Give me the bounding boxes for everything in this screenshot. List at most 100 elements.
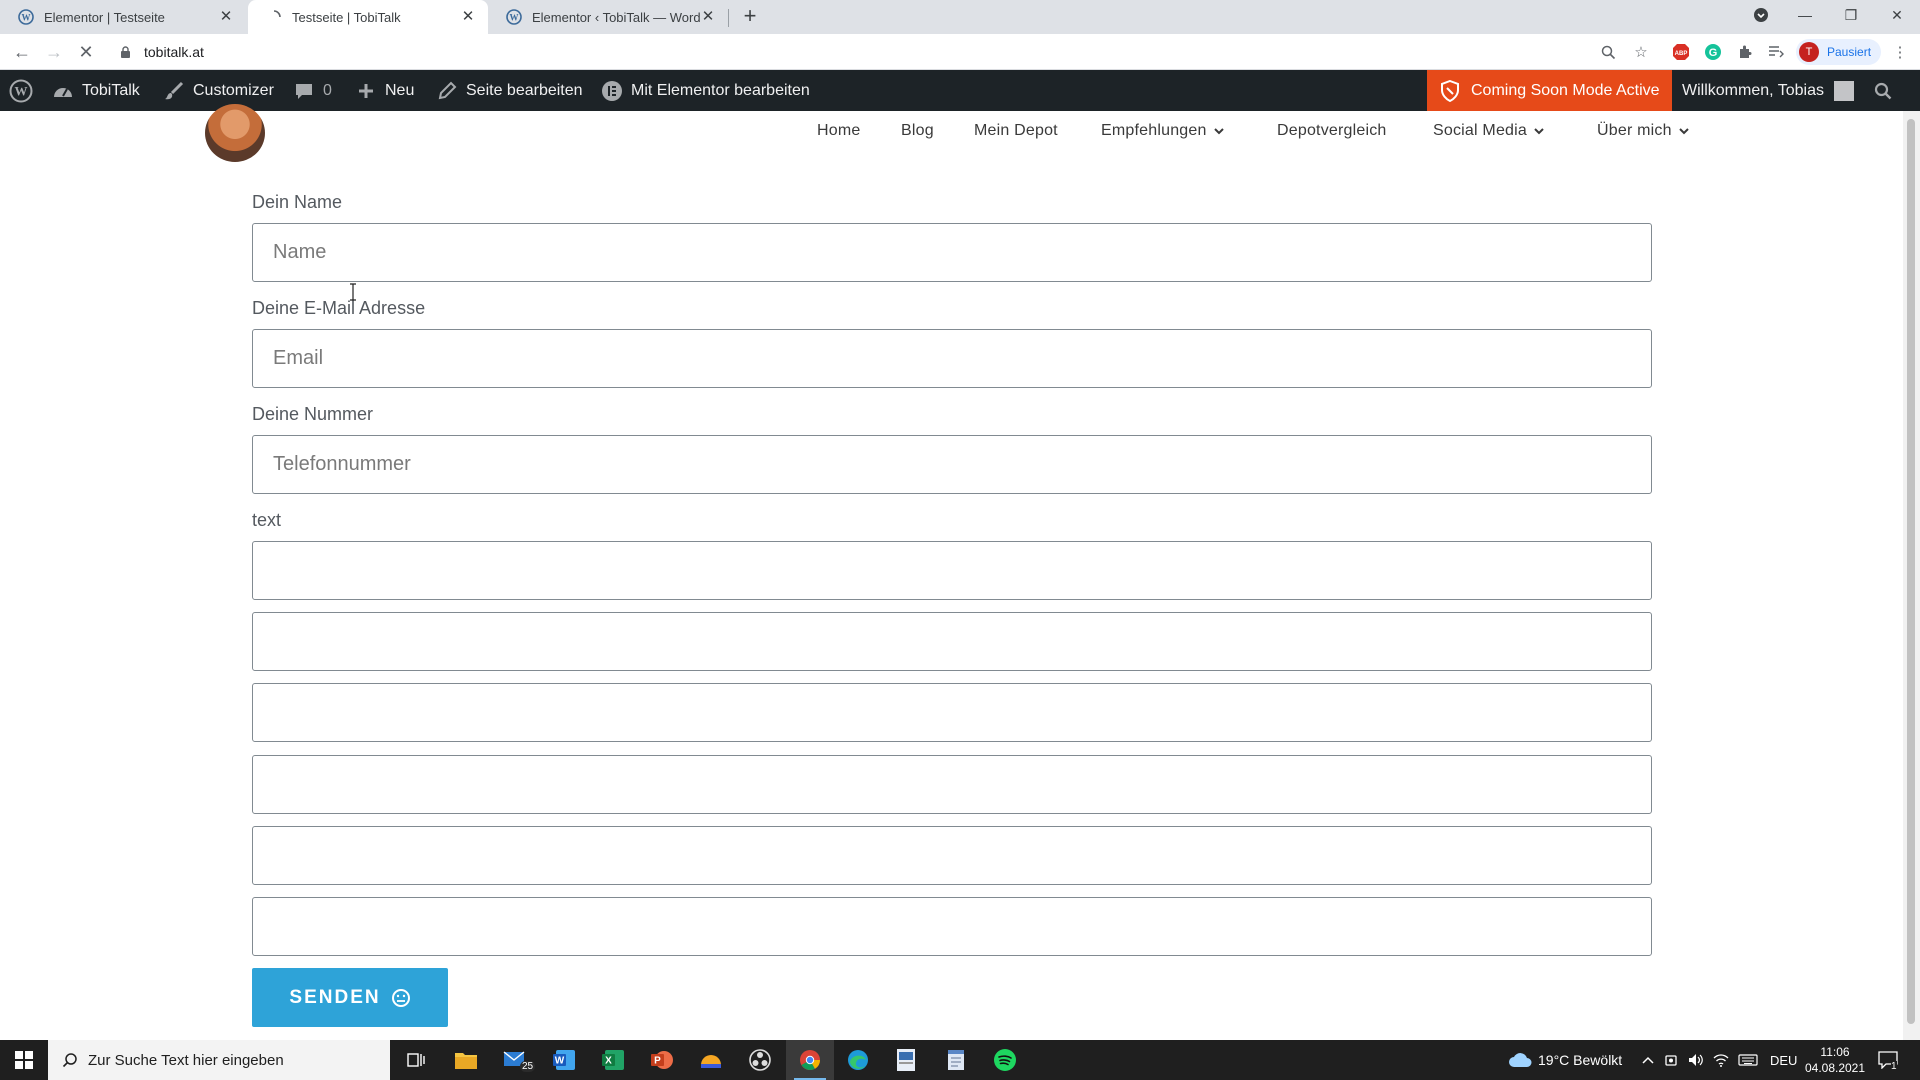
- nav-item-depotvergleich[interactable]: Depotvergleich: [1277, 111, 1387, 151]
- adminbar-search[interactable]: [1872, 70, 1902, 111]
- text-input-6[interactable]: [252, 897, 1652, 956]
- edit-with-elementor-link[interactable]: Mit Elementor bearbeiten: [601, 70, 810, 111]
- taskbar-search[interactable]: Zur Suche Text hier eingeben: [48, 1040, 390, 1080]
- notification-center-icon[interactable]: 1: [1878, 1040, 1898, 1080]
- obs-icon[interactable]: [736, 1040, 784, 1080]
- weather-widget[interactable]: 19°C Bewölkt: [1508, 1040, 1622, 1080]
- page-scrollbar[interactable]: [1903, 111, 1920, 1040]
- new-tab-button[interactable]: +: [738, 5, 762, 29]
- close-icon[interactable]: ✕: [218, 9, 234, 25]
- comments-link[interactable]: 0: [293, 70, 332, 111]
- scrollbar-thumb[interactable]: [1907, 119, 1915, 1024]
- account-menu[interactable]: Willkommen, Tobias: [1682, 70, 1854, 111]
- welcome-text: Willkommen, Tobias: [1682, 81, 1824, 99]
- adblock-icon[interactable]: ABP: [1671, 42, 1691, 62]
- stop-loading-icon[interactable]: ✕: [74, 40, 98, 64]
- keyboard-icon[interactable]: [1738, 1040, 1758, 1080]
- svg-text:W: W: [15, 83, 28, 98]
- chevron-down-icon: [1534, 128, 1544, 135]
- email-placeholder: Email: [273, 347, 324, 369]
- wp-admin-bar: W TobiTalk Customizer 0 Neu Seite bearbe…: [0, 70, 1920, 111]
- chrome-icon[interactable]: [786, 1040, 834, 1080]
- edge-icon[interactable]: [834, 1040, 882, 1080]
- svg-text:ABP: ABP: [1675, 51, 1688, 57]
- wifi-icon[interactable]: [1713, 1040, 1729, 1080]
- site-name-menu[interactable]: TobiTalk: [52, 70, 140, 111]
- phone-input[interactable]: Telefonnummer: [252, 435, 1652, 494]
- text-input-4[interactable]: [252, 755, 1652, 814]
- task-view-icon[interactable]: [392, 1040, 440, 1080]
- tab-search-icon[interactable]: [1738, 0, 1784, 30]
- window-close-icon[interactable]: ✕: [1874, 0, 1920, 30]
- name-label: Dein Name: [252, 192, 343, 212]
- edit-page-link[interactable]: Seite bearbeiten: [436, 70, 583, 111]
- new-content-menu[interactable]: Neu: [355, 70, 414, 111]
- text-input-5[interactable]: [252, 826, 1652, 885]
- mail-icon[interactable]: 25: [492, 1040, 540, 1080]
- nav-item-blog[interactable]: Blog: [901, 111, 934, 151]
- customizer-link[interactable]: Customizer: [163, 70, 274, 111]
- tab-elementor-tobitalk[interactable]: W Elementor ‹ TobiTalk — WordPre ✕: [488, 0, 728, 34]
- extensions-icon[interactable]: [1735, 42, 1755, 62]
- edit-elementor-label: Mit Elementor bearbeiten: [631, 81, 810, 99]
- restore-icon[interactable]: ❐: [1828, 0, 1874, 30]
- name-input[interactable]: Name: [252, 223, 1652, 282]
- browser-tab-strip: W Elementor | Testseite ✕ Testseite | To…: [0, 0, 1920, 34]
- url-text: tobitalk.at: [144, 44, 204, 60]
- nav-item-mein-depot[interactable]: Mein Depot: [974, 111, 1058, 151]
- clock[interactable]: 11:06 04.08.2021: [1805, 1040, 1865, 1080]
- text-input-1[interactable]: [252, 541, 1652, 600]
- nav-item-empfehlungen[interactable]: Empfehlungen: [1101, 111, 1224, 151]
- customizer-label: Customizer: [193, 81, 274, 99]
- svg-text:W: W: [510, 13, 519, 23]
- spotify-icon[interactable]: [981, 1040, 1029, 1080]
- tab-testseite-tobitalk[interactable]: Testseite | TobiTalk ✕: [248, 0, 488, 34]
- send-label: SENDEN: [289, 986, 381, 1008]
- notepad-icon[interactable]: [932, 1040, 980, 1080]
- language-text: DEU: [1770, 1052, 1798, 1068]
- notification-count: 1: [1891, 1061, 1897, 1072]
- app-dock-icon[interactable]: [687, 1040, 735, 1080]
- browser-menu-icon[interactable]: ⋮: [1890, 42, 1910, 62]
- file-explorer-icon[interactable]: [442, 1040, 490, 1080]
- back-icon[interactable]: ←: [10, 40, 34, 64]
- nav-label: Home: [817, 122, 861, 139]
- tray-overflow-icon[interactable]: [1642, 1040, 1654, 1080]
- remote-app-icon[interactable]: [882, 1040, 930, 1080]
- user-avatar: [1833, 80, 1854, 101]
- email-input[interactable]: Email: [252, 329, 1652, 388]
- minimize-icon[interactable]: —: [1782, 0, 1828, 30]
- text-input-2[interactable]: [252, 612, 1652, 671]
- forward-icon[interactable]: →: [42, 40, 66, 64]
- volume-icon[interactable]: [1688, 1040, 1704, 1080]
- grammarly-icon[interactable]: G: [1703, 42, 1723, 62]
- tab-title: Elementor | Testseite: [44, 9, 165, 25]
- wordpress-icon: W: [506, 9, 522, 25]
- edit-page-label: Seite bearbeiten: [466, 81, 583, 99]
- nav-item-ueber-mich[interactable]: Über mich: [1597, 111, 1689, 151]
- site-logo[interactable]: [205, 104, 265, 162]
- send-button[interactable]: SENDEN: [252, 968, 448, 1027]
- address-bar[interactable]: tobitalk.at: [110, 37, 1630, 67]
- camera-icon[interactable]: [1664, 1040, 1678, 1080]
- excel-icon[interactable]: X: [589, 1040, 637, 1080]
- bookmark-star-icon[interactable]: ☆: [1631, 42, 1651, 62]
- powerpoint-icon[interactable]: P: [638, 1040, 686, 1080]
- tab-elementor-testseite[interactable]: W Elementor | Testseite ✕: [0, 0, 246, 34]
- reading-list-icon[interactable]: [1766, 42, 1786, 62]
- close-icon[interactable]: ✕: [460, 9, 476, 25]
- profile-button[interactable]: T Pausiert: [1796, 39, 1882, 65]
- text-input-3[interactable]: [252, 683, 1652, 742]
- nav-item-home[interactable]: Home: [817, 111, 860, 151]
- zoom-icon[interactable]: [1598, 42, 1618, 62]
- coming-soon-badge[interactable]: Coming Soon Mode Active: [1427, 70, 1672, 111]
- start-button[interactable]: [0, 1040, 48, 1080]
- clock-date: 04.08.2021: [1804, 1061, 1866, 1075]
- wp-logo-menu[interactable]: W: [8, 70, 42, 111]
- language-indicator[interactable]: DEU: [1770, 1040, 1797, 1080]
- word-icon[interactable]: W: [540, 1040, 588, 1080]
- wordpress-icon: W: [18, 9, 34, 25]
- cloud-icon: [1509, 1053, 1532, 1067]
- nav-item-social-media[interactable]: Social Media: [1433, 111, 1544, 151]
- close-icon[interactable]: ✕: [700, 9, 716, 25]
